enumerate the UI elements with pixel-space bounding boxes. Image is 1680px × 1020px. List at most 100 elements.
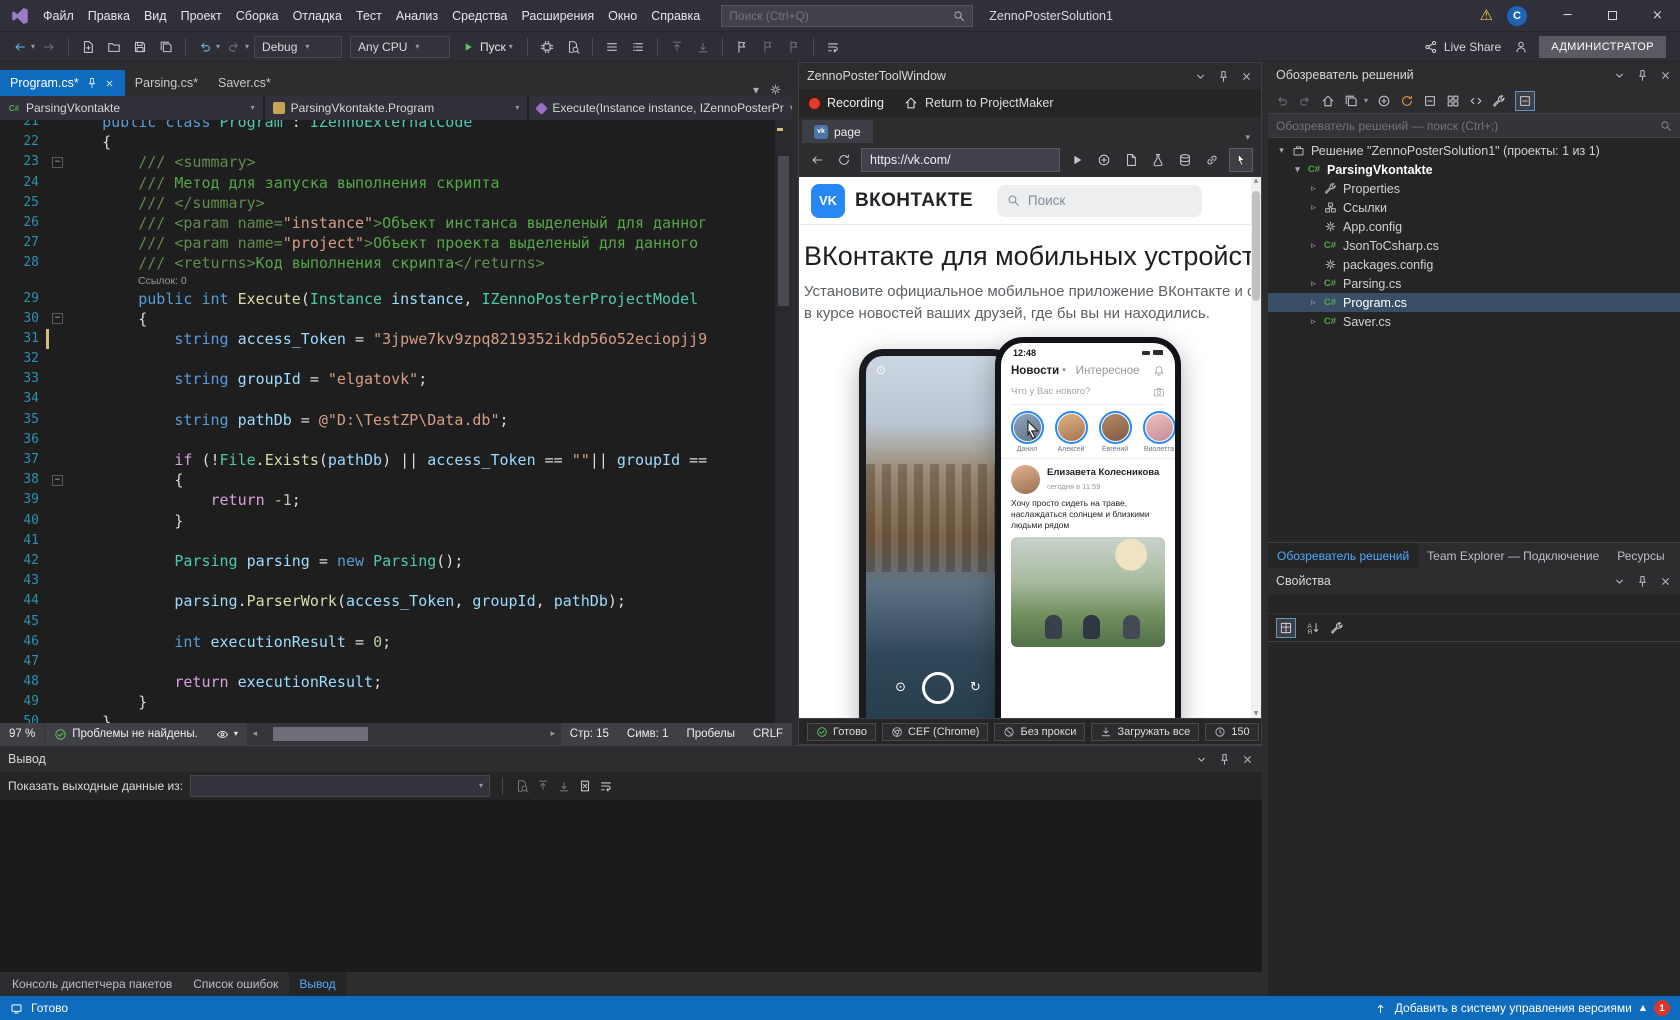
code-line[interactable]: 49 } bbox=[0, 692, 792, 712]
editor-vertical-scrollbar[interactable] bbox=[775, 120, 792, 723]
menu-item[interactable]: Файл bbox=[36, 0, 81, 31]
browser-tab-page[interactable]: vk page bbox=[802, 120, 873, 143]
code-editor[interactable]: 21 public class Program : IZennoExternal… bbox=[0, 120, 792, 723]
user-avatar[interactable]: C bbox=[1507, 6, 1527, 26]
se-refresh-icon[interactable] bbox=[1400, 94, 1414, 108]
bookmark-button[interactable] bbox=[730, 35, 754, 59]
se-home-icon[interactable] bbox=[1321, 94, 1335, 108]
code-line[interactable]: 35 string pathDb = @"D:\TestZP\Data.db"; bbox=[0, 410, 792, 430]
find-in-files-button[interactable] bbox=[561, 35, 585, 59]
navigate-forward-button[interactable] bbox=[37, 35, 61, 59]
code-line[interactable]: 41 bbox=[0, 531, 792, 551]
output-content[interactable] bbox=[0, 800, 1262, 972]
solution-explorer-search[interactable] bbox=[1268, 114, 1680, 138]
notification-badge[interactable]: 1 bbox=[1654, 1000, 1670, 1016]
close-icon[interactable] bbox=[104, 78, 115, 89]
pin-icon[interactable] bbox=[1636, 69, 1649, 82]
word-wrap-icon[interactable] bbox=[599, 779, 613, 793]
eol-indicator[interactable]: CRLF bbox=[744, 723, 792, 745]
address-bar[interactable] bbox=[861, 148, 1060, 172]
chevron-up-icon[interactable]: ▲ bbox=[1640, 1004, 1646, 1012]
codelens-references[interactable]: Ссылок: 0 bbox=[0, 274, 792, 289]
window-position-icon[interactable] bbox=[1613, 575, 1626, 588]
code-line[interactable]: 25 /// </summary> bbox=[0, 193, 792, 213]
navigation-bar-dropdown[interactable]: ParsingVkontakte.Program▾ bbox=[265, 96, 528, 120]
line-indicator[interactable]: Стр: 15 bbox=[561, 723, 618, 745]
editor-tab[interactable]: Parsing.cs* bbox=[125, 70, 208, 96]
code-line[interactable]: 29 public int Execute(Instance instance,… bbox=[0, 289, 792, 309]
open-file-button[interactable] bbox=[102, 35, 126, 59]
code-line[interactable]: 28 /// <returns>Код выполнения скрипта</… bbox=[0, 253, 792, 273]
new-file-button[interactable] bbox=[76, 35, 100, 59]
se-collapse-all-icon[interactable] bbox=[1423, 94, 1437, 108]
tree-item[interactable]: ▹Properties bbox=[1268, 179, 1680, 198]
browser-status-chip[interactable]: 150 bbox=[1205, 723, 1258, 741]
code-line[interactable]: 38− { bbox=[0, 470, 792, 490]
pin-icon[interactable] bbox=[1218, 753, 1231, 766]
tab-list-dropdown-icon[interactable]: ▾ bbox=[1237, 134, 1258, 143]
close-icon[interactable] bbox=[1659, 69, 1672, 82]
tree-item[interactable]: ▹C#Parsing.cs bbox=[1268, 274, 1680, 293]
tree-item[interactable]: ▹C#Program.cs bbox=[1268, 293, 1680, 312]
navigate-back-dropdown[interactable]: ▾ bbox=[31, 43, 35, 51]
recording-toggle[interactable]: Recording bbox=[809, 96, 884, 110]
menu-item[interactable]: Отладка bbox=[286, 0, 349, 31]
fold-marker[interactable]: − bbox=[52, 157, 63, 168]
close-icon[interactable] bbox=[1659, 575, 1672, 588]
se-back-icon[interactable] bbox=[1275, 94, 1289, 108]
code-line[interactable]: 31 string access_Token = "3jpwe7kv9zpq82… bbox=[0, 329, 792, 349]
attach-process-button[interactable] bbox=[535, 35, 559, 59]
browser-status-chip[interactable]: Без прокси bbox=[994, 723, 1085, 741]
categorized-icon[interactable] bbox=[1276, 618, 1296, 638]
menu-item[interactable]: Анализ bbox=[389, 0, 445, 31]
panel-tab[interactable]: Team Explorer — Подключение bbox=[1418, 543, 1608, 568]
tab-list-icon[interactable]: ▾ bbox=[753, 84, 759, 96]
menu-item[interactable]: Тест bbox=[349, 0, 389, 31]
properties-object-dropdown[interactable] bbox=[1268, 594, 1680, 614]
code-line[interactable]: 27 /// <param name="project">Объект прое… bbox=[0, 233, 792, 253]
add-to-source-control-button[interactable]: Добавить в систему управления версиями bbox=[1395, 1001, 1632, 1015]
tool-window-title-bar[interactable]: ZennoPosterToolWindow bbox=[799, 63, 1261, 89]
menu-item[interactable]: Вид bbox=[137, 0, 174, 31]
undo-dropdown[interactable]: ▾ bbox=[216, 43, 220, 51]
pin-icon[interactable] bbox=[86, 77, 98, 89]
panel-tab[interactable]: Ресурсы bbox=[1608, 543, 1673, 568]
browser-refresh-button[interactable] bbox=[834, 149, 854, 171]
go-button[interactable] bbox=[1067, 149, 1087, 171]
prev-bookmark-button[interactable] bbox=[756, 35, 780, 59]
se-preview-icon[interactable] bbox=[1515, 91, 1535, 111]
code-line[interactable]: 47 bbox=[0, 652, 792, 672]
next-message-icon[interactable] bbox=[557, 779, 571, 793]
story-item[interactable]: Евгений bbox=[1097, 411, 1133, 453]
indent-button[interactable] bbox=[821, 35, 845, 59]
tree-item[interactable]: ▾Решение "ZennoPosterSolution1" (проекты… bbox=[1268, 141, 1680, 160]
code-line[interactable]: 39 return -1; bbox=[0, 490, 792, 510]
navigate-back-button[interactable] bbox=[8, 35, 32, 59]
page-actions-icon[interactable] bbox=[1121, 149, 1141, 171]
fold-marker[interactable]: − bbox=[52, 475, 63, 486]
se-search-input[interactable] bbox=[1276, 119, 1654, 133]
property-pages-icon[interactable] bbox=[1330, 621, 1344, 635]
minimize-button[interactable]: ─ bbox=[1545, 0, 1590, 31]
se-switch-views-icon[interactable] bbox=[1344, 94, 1358, 108]
code-line[interactable]: 37 if (!File.Exists(pathDb) || access_To… bbox=[0, 450, 792, 470]
zoom-control[interactable]: 97 % bbox=[0, 723, 44, 745]
document-health-indicator[interactable]: Проблемы не найдены. bbox=[45, 723, 207, 745]
code-line[interactable]: 46 int executionResult = 0; bbox=[0, 632, 792, 652]
administrator-button[interactable]: АДМИНИСТРАТОР bbox=[1539, 36, 1666, 58]
properties-grid[interactable] bbox=[1268, 642, 1680, 996]
window-position-icon[interactable] bbox=[1195, 753, 1208, 766]
pin-icon[interactable] bbox=[1636, 575, 1649, 588]
editor-tab[interactable]: Saver.cs* bbox=[208, 70, 281, 96]
browser-status-chip[interactable]: Готово bbox=[807, 723, 876, 741]
warning-icon[interactable]: ⚠ bbox=[1480, 8, 1493, 23]
editor-horizontal-scrollbar[interactable]: ◂▸ bbox=[247, 723, 561, 745]
spaces-indicator[interactable]: Пробелы bbox=[677, 723, 744, 745]
prev-message-icon[interactable] bbox=[536, 779, 550, 793]
vk-search-box[interactable]: Поиск bbox=[997, 185, 1202, 217]
tree-item[interactable]: App.config bbox=[1268, 217, 1680, 236]
parameter-info-button[interactable] bbox=[626, 35, 650, 59]
browser-scrollbar[interactable]: ▲▼ bbox=[1251, 177, 1261, 718]
close-icon[interactable] bbox=[1240, 70, 1253, 83]
browser-back-button[interactable] bbox=[807, 149, 827, 171]
